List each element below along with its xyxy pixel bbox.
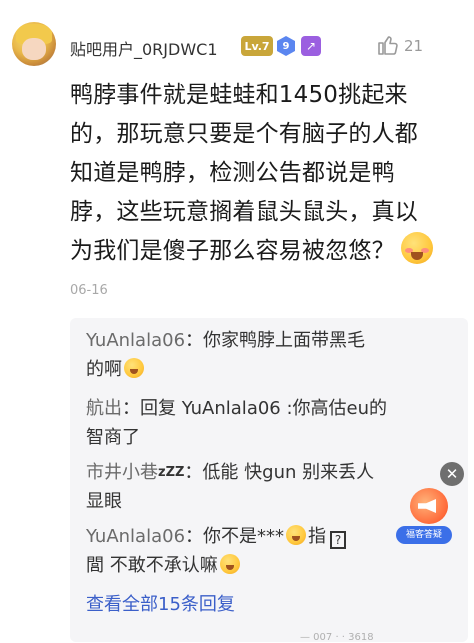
reply-text: 回复 YuAnlala06 :你高估eu的: [140, 398, 388, 419]
view-all-replies-link[interactable]: 查看全部15条回复: [86, 590, 235, 616]
reply-text: 你不是***: [203, 526, 285, 547]
reply-separator: ：: [184, 462, 203, 483]
comment-line: 脖，这些玩意搁着鼠头鼠头，真以: [70, 199, 418, 225]
emoji-icon: [219, 554, 240, 574]
reply-text: 你家鸭脖上面带黑毛: [203, 330, 366, 351]
next-item-peek: — 007 · · 3618: [300, 632, 374, 643]
emoji-icon: [286, 525, 307, 545]
comment-line: 知道是鸭脖，检测公告都说是鸭: [70, 160, 395, 186]
reply-separator: ：: [185, 526, 204, 547]
floating-help-widget[interactable]: 福客答疑: [392, 488, 460, 552]
reply-author[interactable]: YuAnlala06: [86, 526, 185, 547]
avatar[interactable]: [12, 22, 56, 66]
comment-line: 鸭脖事件就是蛙蛙和1450挑起来: [70, 82, 408, 108]
comment-line-last: 为我们是傻子那么容易被忽悠？: [70, 232, 460, 271]
reply-item[interactable]: 航出：回复 YuAnlala06 :你高估eu的 智商了: [86, 394, 456, 452]
reply-list: YuAnlala06：你家鸭脖上面带黑毛 的啊 航出：回复 YuAnlala06…: [70, 318, 468, 642]
comment-line: 为我们是傻子那么容易被忽悠？: [70, 238, 395, 264]
reply-text: 不敢不承认嘛: [104, 555, 218, 576]
reply-author[interactable]: YuAnlala06: [86, 330, 185, 351]
sleep-icon: zZZ: [158, 465, 185, 480]
floating-help-label: 福客答疑: [396, 526, 452, 544]
avatar-face: [22, 38, 46, 60]
reply-text: 閭: [86, 555, 104, 576]
missing-glyph-icon: ?: [330, 531, 347, 549]
reply-author[interactable]: 市井小巷: [86, 462, 158, 483]
comment-date: 06-16: [70, 283, 108, 298]
comment-body: 鸭脖事件就是蛙蛙和1450挑起来 的，那玩意只要是个有脑子的人都 知道是鸭脖，检…: [70, 76, 460, 271]
reply-text: 指: [308, 526, 327, 547]
close-icon[interactable]: ✕: [440, 462, 464, 486]
thumbs-up-icon[interactable]: [376, 33, 400, 57]
reply-author[interactable]: 航出: [86, 398, 122, 419]
reply-separator: ：: [122, 398, 140, 419]
reply-text: 智商了: [86, 427, 140, 448]
reply-item[interactable]: YuAnlala06：你家鸭脖上面带黑毛 的啊: [86, 326, 456, 384]
laughing-emoji-icon: [400, 232, 433, 264]
reply-text: 低能 快gun 别来丢人: [202, 462, 375, 483]
like-count: 21: [404, 37, 424, 55]
reply-separator: ：: [185, 330, 204, 351]
purple-badge: ↗: [301, 36, 321, 56]
level-badge: Lv.7: [241, 36, 273, 56]
emoji-icon: [124, 358, 144, 378]
comment-line: 的，那玩意只要是个有脑子的人都: [70, 121, 418, 147]
comment-header: 贴吧用户_0RJDWC1 Lv.7 9 ↗ 21: [0, 0, 474, 70]
username[interactable]: 贴吧用户_0RJDWC1: [70, 36, 218, 60]
megaphone-icon: [410, 488, 448, 524]
member-badge: 9: [277, 36, 295, 56]
reply-text: 的啊: [86, 359, 122, 380]
